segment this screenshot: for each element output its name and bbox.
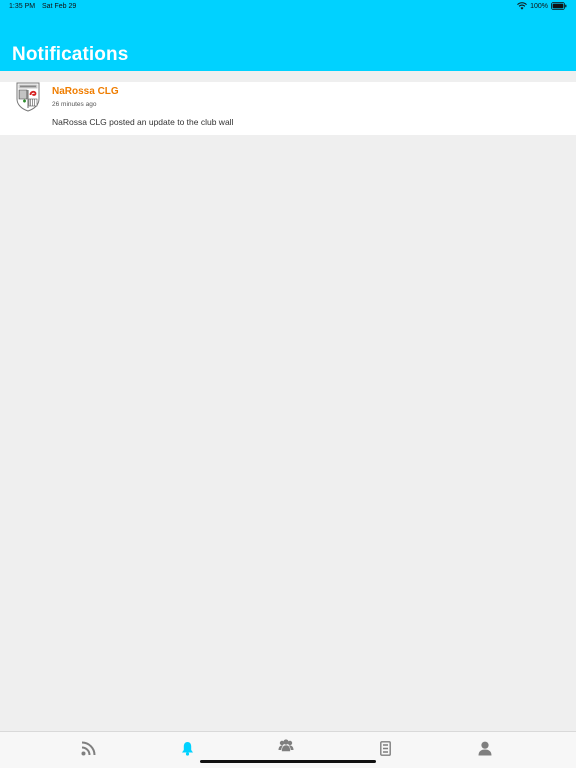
home-indicator[interactable] (200, 760, 376, 763)
tab-profile[interactable] (476, 739, 494, 757)
user-icon (478, 741, 492, 756)
list-icon (379, 740, 391, 756)
notification-list: NaRossa CLG 26 minutes ago NaRossa CLG p… (0, 82, 576, 135)
status-date: Sat Feb 29 (42, 3, 77, 10)
tab-club[interactable] (376, 739, 394, 757)
status-indicators: 100% (517, 2, 567, 10)
notifications-screen: 1:35 PM Sat Feb 29 100% Notifications Na… (0, 0, 576, 768)
wifi-icon (517, 2, 527, 10)
notification-item[interactable]: NaRossa CLG 26 minutes ago NaRossa CLG p… (0, 82, 576, 135)
status-bar: 1:35 PM Sat Feb 29 100% (0, 0, 576, 14)
notification-message: NaRossa CLG posted an update to the club… (52, 117, 234, 127)
rss-icon (81, 741, 96, 756)
tab-notifications[interactable] (178, 739, 196, 757)
bell-icon (181, 741, 194, 756)
tab-feed[interactable] (79, 739, 97, 757)
tab-groups[interactable] (277, 737, 295, 755)
notification-sender: NaRossa CLG (52, 86, 119, 97)
club-crest-icon (15, 82, 41, 112)
battery-percent: 100% (530, 2, 548, 10)
header-bar: 1:35 PM Sat Feb 29 100% Notifications (0, 0, 576, 71)
notification-time: 26 minutes ago (52, 101, 97, 108)
page-title: Notifications (12, 44, 129, 65)
status-time: 1:35 PM (9, 3, 36, 10)
group-icon (278, 739, 294, 753)
battery-icon (551, 2, 567, 10)
